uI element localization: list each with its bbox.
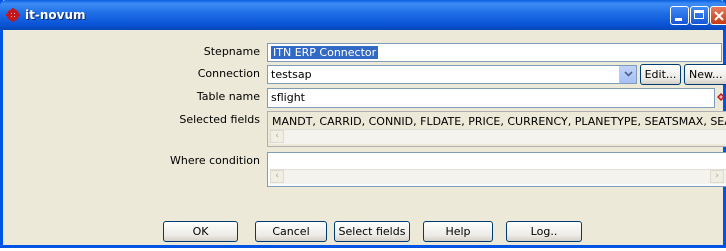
close-button[interactable] <box>710 6 726 25</box>
title-bar[interactable]: it-novum <box>0 0 726 30</box>
ok-button[interactable]: OK <box>163 221 238 242</box>
variable-diamond-icon <box>717 93 725 101</box>
selected-fields-value: MANDT, CARRID, CONNID, FLDATE, PRICE, CU… <box>272 115 726 128</box>
chevron-down-icon[interactable] <box>619 66 636 83</box>
help-button[interactable]: Help <box>423 221 493 242</box>
connection-label: Connection <box>197 67 260 80</box>
where-condition-label: Where condition <box>169 154 260 167</box>
table-name-input[interactable]: sflight <box>267 88 715 108</box>
window-title: it-novum <box>25 8 86 22</box>
log-button[interactable]: Log.. <box>506 221 582 242</box>
selected-fields-hscrollbar[interactable]: ‹ <box>270 129 726 144</box>
maximize-button[interactable] <box>690 6 709 25</box>
connection-value: testsap <box>271 68 312 81</box>
where-condition-input[interactable]: ‹ › <box>267 152 726 187</box>
close-icon <box>714 11 724 21</box>
selected-fields-label: Selected fields <box>179 113 260 126</box>
app-gear-icon <box>6 8 20 22</box>
connection-select[interactable]: testsap <box>267 65 637 84</box>
minimize-button[interactable] <box>670 6 689 25</box>
edit-connection-button[interactable]: Edit... <box>640 64 681 85</box>
cancel-button[interactable]: Cancel <box>255 221 327 242</box>
stepname-label: Stepname <box>203 45 260 58</box>
maximize-icon <box>694 10 704 19</box>
stepname-value: ITN ERP Connector <box>271 46 379 59</box>
where-hscrollbar[interactable]: ‹ › <box>270 169 726 184</box>
scroll-left-icon[interactable]: ‹ <box>270 130 284 143</box>
scroll-right-icon[interactable]: › <box>710 170 724 183</box>
select-fields-button[interactable]: Select fields <box>334 221 410 242</box>
selected-fields-area[interactable]: MANDT, CARRID, CONNID, FLDATE, PRICE, CU… <box>267 111 726 147</box>
stepname-input[interactable]: ITN ERP Connector <box>267 43 722 62</box>
scroll-left-icon[interactable]: ‹ <box>270 170 284 183</box>
new-connection-button[interactable]: New... <box>684 64 726 85</box>
table-name-label: Table name <box>196 90 260 103</box>
table-name-value: sflight <box>271 91 305 104</box>
minimize-icon <box>675 18 682 21</box>
